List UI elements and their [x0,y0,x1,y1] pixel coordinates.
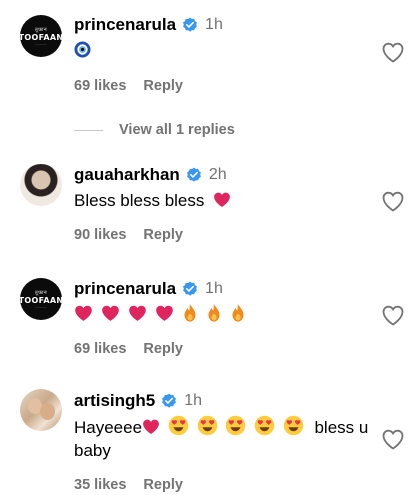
avatar[interactable] [20,164,62,206]
heart-eyes-face-icon [226,415,246,436]
red-heart-icon [102,305,119,321]
heart-eyes-face-icon [254,415,275,436]
like-heart-icon[interactable] [381,428,405,450]
comment-text [74,41,91,58]
username[interactable]: princenarula [74,279,176,299]
comment-text-content: baby [74,441,111,460]
likes-count[interactable]: 69 likes [74,78,126,94]
red-heart-icon [156,305,173,321]
comment-text: Bless bless bless [74,189,231,212]
comment-time: 1h [205,16,223,33]
avatar-logo-line: ............ [35,41,47,46]
verified-badge-icon [183,281,197,296]
red-heart-icon [129,305,146,321]
comment-meta: 90 likes Reply [74,227,183,243]
verified-badge-icon [183,17,197,32]
verified-badge-icon [186,167,201,182]
like-heart-icon[interactable] [381,304,405,326]
like-heart-icon[interactable] [381,41,405,63]
avatar-logo-text: TOOFAAN [20,295,62,305]
reply-button[interactable]: Reply [143,78,183,94]
heart-eyes-face-icon [283,415,303,436]
reply-button[interactable]: Reply [143,227,183,243]
avatar-face [40,403,55,420]
comment-text: Hayeeee bless u baby [74,415,374,462]
red-heart-icon [143,419,159,434]
likes-count[interactable]: 35 likes [74,477,126,493]
avatar-logo-line: तूफ़ान [34,26,48,33]
username[interactable]: artisingh5 [74,391,155,411]
avatar[interactable] [20,389,62,431]
comment-time: 2h [208,166,227,183]
avatar-logo-line: ............ [35,304,47,309]
fire-icon [184,304,196,322]
red-heart-icon [75,305,92,321]
comment-meta: 69 likes Reply [74,78,183,94]
likes-count[interactable]: 69 likes [74,341,126,357]
view-replies-label[interactable]: View all 1 replies [119,122,235,138]
avatar-logo-text: TOOFAAN [20,32,62,42]
username[interactable]: princenarula [74,15,176,35]
comment-header: princenarula 1h [74,14,223,36]
comment-text-content: Hayeeee [74,418,143,437]
fire-icon [232,304,244,322]
verified-badge-icon [162,393,177,408]
avatar-logo-line: तूफ़ान [34,289,48,296]
comment-text-content: Bless bless bless [74,191,205,210]
comment-time: 1h [205,280,223,297]
red-heart-icon [214,192,230,207]
comment-meta: 69 likes Reply [74,341,183,357]
avatar[interactable]: तूफ़ान TOOFAAN ............ [20,15,62,57]
comment-text [74,303,246,323]
comment-header: artisingh5 1h [74,390,202,412]
comment-time: 1h [184,392,203,409]
reply-button[interactable]: Reply [143,477,183,493]
heart-eyes-face-icon [168,415,189,436]
view-replies-link[interactable]: View all 1 replies [74,122,235,138]
comment-header: princenarula 1h [74,278,223,300]
fire-icon [208,304,220,322]
avatar[interactable]: तूफ़ान TOOFAAN ............ [20,278,62,320]
username[interactable]: gauaharkhan [74,165,180,185]
comment-meta: 35 likes Reply [74,477,183,493]
heart-eyes-face-icon [197,415,217,436]
nazar-amulet-icon [74,41,91,58]
comment-text-content: bless u [314,418,369,437]
like-heart-icon[interactable] [381,190,405,212]
comment-header: gauaharkhan 2h [74,164,227,186]
divider [74,129,103,131]
likes-count[interactable]: 90 likes [74,227,126,243]
reply-button[interactable]: Reply [143,341,183,357]
